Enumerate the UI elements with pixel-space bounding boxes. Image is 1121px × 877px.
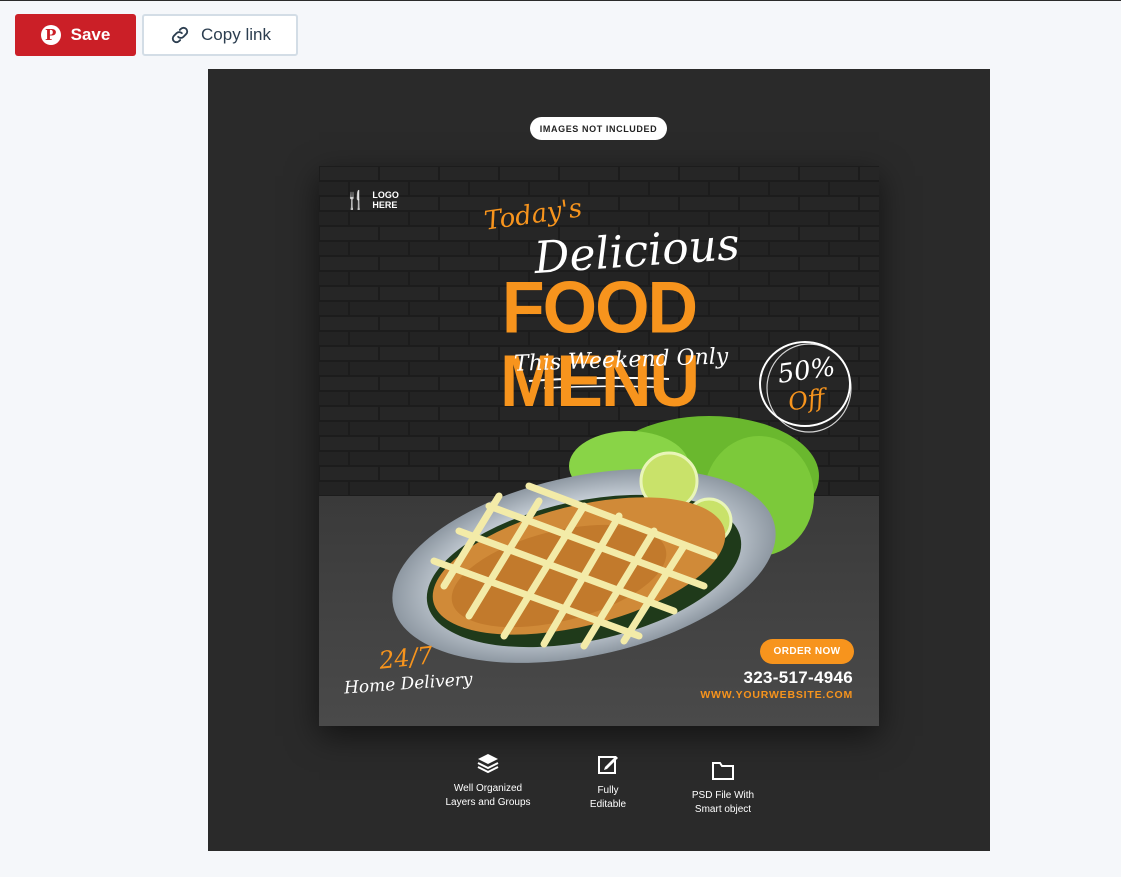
order-now-button: ORDER NOW [760, 639, 854, 664]
feature-layers: Well Organized Layers and Groups [428, 752, 548, 810]
logo-line1: LOGO [372, 190, 399, 200]
heading-food-menu: FOOD MENU [499, 266, 700, 422]
logo-placeholder: 🍴 LOGO HERE [344, 190, 402, 210]
edit-icon [598, 756, 618, 774]
delivery-hours: 24/7 [377, 641, 435, 675]
folder-icon [712, 762, 734, 780]
feature-editable-line1: Fully [597, 785, 619, 796]
copy-link-button[interactable]: Copy link [142, 14, 298, 56]
logo-line2: HERE [372, 200, 398, 210]
feature-editable-line2: Editable [589, 799, 627, 810]
template-preview-image[interactable]: IMAGES NOT INCLUDED 🍴 LOGO HERE Today's … [208, 69, 990, 851]
link-icon [171, 26, 189, 44]
pinterest-icon: P [40, 25, 61, 45]
feature-editable: Fully Editable [548, 752, 668, 812]
feature-layers-line2: Layers and Groups [445, 797, 531, 808]
save-button-label: Save [70, 25, 111, 44]
top-divider [0, 0, 1121, 1]
save-button[interactable]: P Save [15, 14, 136, 56]
feature-layers-line1: Well Organized [453, 783, 523, 794]
feature-psd-line2: Smart object [694, 804, 752, 815]
copy-link-label: Copy link [201, 25, 271, 44]
website-url: WWW.YOURWEBSITE.COM [700, 689, 853, 701]
fork-knife-icon: 🍴 [344, 190, 367, 210]
feature-psd-line1: PSD File With [691, 790, 755, 801]
layers-icon [477, 754, 499, 774]
social-post-mockup: 🍴 LOGO HERE Today's Delicious FOOD MENU … [319, 166, 879, 726]
images-not-included-badge: IMAGES NOT INCLUDED [530, 117, 667, 140]
phone-number: 323-517-4946 [743, 668, 853, 687]
feature-psd: PSD File With Smart object [663, 759, 783, 817]
